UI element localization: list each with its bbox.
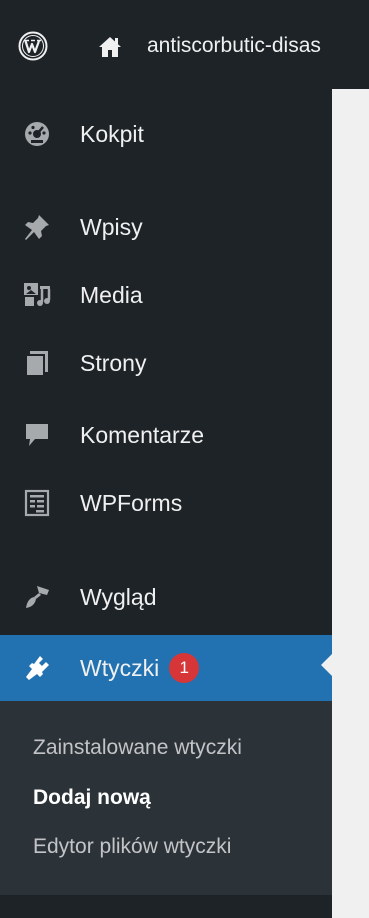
submenu-installed-plugins[interactable]: Zainstalowane wtyczki [33,736,242,760]
plugins-submenu: Zainstalowane wtyczki Dodaj nową Edytor … [0,701,332,895]
current-menu-arrow [321,654,332,676]
pushpin-icon [22,212,52,242]
submenu-plugin-editor[interactable]: Edytor plików wtyczki [33,835,231,859]
dashboard-icon [22,119,52,149]
menu-label-posts: Wpisy [80,214,143,240]
admin-bar: antiscorbutic-disas [0,0,369,89]
menu-label-plugins-text: Wtyczki [80,655,160,682]
form-icon [22,488,52,518]
menu-label-plugins: Wtyczki 1 [80,653,200,685]
menu-label-dashboard: Kokpit [80,121,144,147]
sidebar-bottom [0,895,332,918]
update-count-badge: 1 [169,653,200,683]
submenu-add-new[interactable]: Dodaj nową [33,786,151,810]
menu-item-dashboard[interactable]: Kokpit [0,104,332,164]
menu-item-media[interactable]: Media [0,265,332,325]
menu-item-posts[interactable]: Wpisy [0,197,332,257]
menu-label-appearance: Wygląd [80,584,157,610]
content-area [332,89,369,918]
menu-item-wpforms[interactable]: WPForms [0,473,332,533]
menu-label-pages: Strony [80,350,147,376]
site-name-link[interactable]: antiscorbutic-disas [147,33,321,59]
comment-icon [22,420,52,450]
home-icon[interactable] [97,34,123,60]
menu-item-comments[interactable]: Komentarze [0,405,332,465]
admin-sidebar: Kokpit Wpisy Media Strony Komentarze WPF… [0,89,332,918]
media-icon [22,280,52,310]
menu-label-media: Media [80,282,143,308]
paintbrush-icon [22,582,52,612]
pages-icon [22,348,52,378]
menu-label-comments: Komentarze [80,422,205,448]
menu-item-pages[interactable]: Strony [0,333,332,393]
menu-item-plugins[interactable]: Wtyczki 1 [0,635,332,701]
menu-label-wpforms: WPForms [80,490,183,516]
menu-item-appearance[interactable]: Wygląd [0,567,332,627]
wordpress-logo-icon[interactable] [18,31,48,61]
plugin-icon [22,653,52,683]
